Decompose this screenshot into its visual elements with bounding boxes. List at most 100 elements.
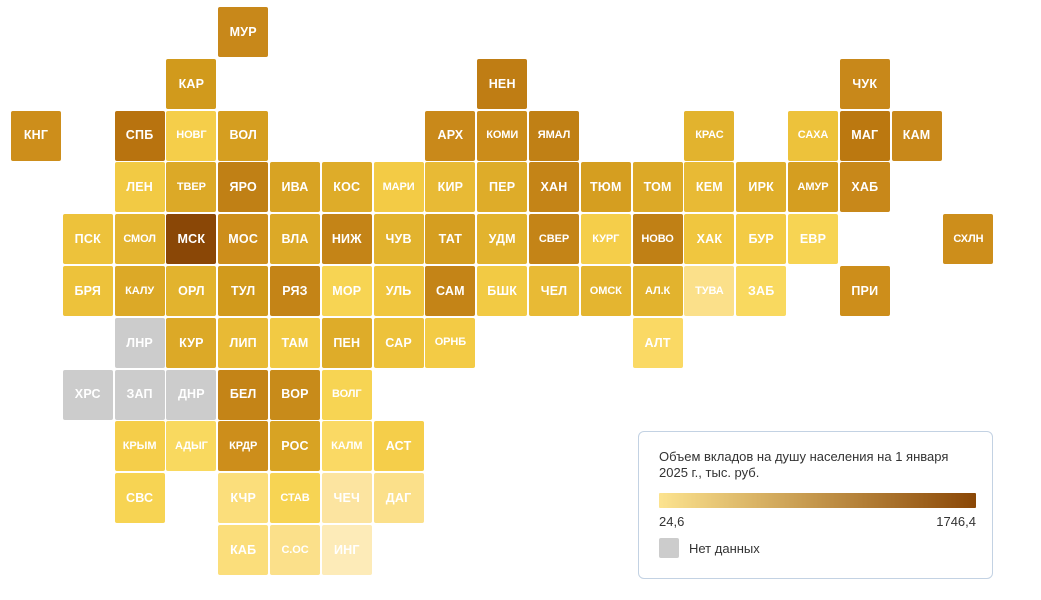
- map-tile-кир[interactable]: КИР: [425, 162, 476, 213]
- map-tile-лнр[interactable]: ЛНР: [114, 317, 165, 368]
- map-tile-алт[interactable]: АЛТ: [632, 317, 683, 368]
- map-tile-схлн[interactable]: СХЛН: [943, 214, 994, 265]
- map-tile-ямал[interactable]: ЯМАЛ: [529, 110, 579, 161]
- map-tile-чук[interactable]: ЧУК: [839, 58, 890, 109]
- map-tile-хрс[interactable]: ХРС: [62, 369, 113, 420]
- map-tile-вол[interactable]: ВОЛ: [218, 110, 269, 161]
- map-tile-вор[interactable]: ВОР: [270, 369, 320, 420]
- map-tile-свс[interactable]: СВС: [114, 473, 165, 524]
- map-tile-сам[interactable]: САМ: [425, 266, 476, 316]
- map-tile-удм[interactable]: УДМ: [477, 214, 528, 265]
- map-tile-став[interactable]: СТАВ: [270, 473, 320, 524]
- map-tile-крас[interactable]: КРАС: [684, 110, 735, 161]
- map-tile-арх[interactable]: АРХ: [425, 110, 476, 161]
- map-tile-чув[interactable]: ЧУВ: [373, 214, 424, 265]
- map-tile-инг[interactable]: ИНГ: [321, 525, 372, 575]
- map-tile-ал-к[interactable]: АЛ.К: [632, 266, 683, 316]
- map-tile-волг[interactable]: ВОЛГ: [321, 369, 372, 420]
- map-tile-хан[interactable]: ХАН: [529, 162, 579, 213]
- map-tile-амур[interactable]: АМУР: [788, 162, 838, 213]
- map-tile-уль[interactable]: УЛЬ: [373, 266, 424, 316]
- map-tile-ива[interactable]: ИВА: [270, 162, 320, 213]
- map-tile-свер[interactable]: СВЕР: [529, 214, 579, 265]
- map-tile-яро[interactable]: ЯРО: [218, 162, 269, 213]
- map-tile-коми[interactable]: КОМИ: [477, 110, 528, 161]
- map-tile-мск[interactable]: МСК: [166, 214, 217, 265]
- map-tile-нен[interactable]: НЕН: [477, 58, 528, 109]
- map-tile-орнб[interactable]: ОРНБ: [425, 317, 476, 368]
- map-tile-сар[interactable]: САР: [373, 317, 424, 368]
- map-tile-label: АДЫГ: [174, 439, 208, 452]
- map-tile-label: УЛЬ: [385, 283, 412, 298]
- map-tile-мор[interactable]: МОР: [321, 266, 372, 316]
- map-tile-label: УДМ: [488, 231, 516, 246]
- map-tile-рос[interactable]: РОС: [270, 421, 320, 472]
- map-tile-ниж[interactable]: НИЖ: [321, 214, 372, 265]
- map-tile-омск[interactable]: ОМСК: [580, 266, 631, 316]
- map-tile-вла[interactable]: ВЛА: [270, 214, 320, 265]
- map-tile-новг[interactable]: НОВГ: [166, 110, 217, 161]
- map-tile-бря[interactable]: БРЯ: [62, 266, 113, 316]
- map-tile-мос[interactable]: МОС: [218, 214, 269, 265]
- map-tile-хаб[interactable]: ХАБ: [839, 162, 890, 213]
- map-tile-бел[interactable]: БЕЛ: [218, 369, 269, 420]
- map-tile-калу[interactable]: КАЛУ: [114, 266, 165, 316]
- map-tile-кам[interactable]: КАМ: [891, 110, 942, 161]
- map-tile-маг[interactable]: МАГ: [839, 110, 890, 161]
- map-tile-зап[interactable]: ЗАП: [114, 369, 165, 420]
- map-tile-кос[interactable]: КОС: [321, 162, 372, 213]
- map-tile-мари[interactable]: МАРИ: [373, 162, 424, 213]
- map-tile-label: САР: [385, 335, 412, 350]
- map-tile-label: МАРИ: [382, 180, 415, 193]
- map-tile-кар[interactable]: КАР: [166, 58, 217, 109]
- map-tile-кург[interactable]: КУРГ: [580, 214, 631, 265]
- map-tile-ново[interactable]: НОВО: [632, 214, 683, 265]
- map-tile-каб[interactable]: КАБ: [218, 525, 269, 575]
- map-tile-там[interactable]: ТАМ: [270, 317, 320, 368]
- map-tile-чел[interactable]: ЧЕЛ: [529, 266, 579, 316]
- map-tile-label: СВС: [125, 490, 154, 505]
- map-tile-мур[interactable]: МУР: [218, 7, 269, 57]
- map-tile-саха[interactable]: САХА: [788, 110, 838, 161]
- map-tile-хак[interactable]: ХАК: [684, 214, 735, 265]
- map-tile-кчр[interactable]: КЧР: [218, 473, 269, 524]
- map-tile-спб[interactable]: СПБ: [114, 110, 165, 161]
- map-tile-орл[interactable]: ОРЛ: [166, 266, 217, 316]
- map-tile-кем[interactable]: КЕМ: [684, 162, 735, 213]
- map-tile-крым[interactable]: КРЫМ: [114, 421, 165, 472]
- map-tile-днр[interactable]: ДНР: [166, 369, 217, 420]
- map-tile-лен[interactable]: ЛЕН: [114, 162, 165, 213]
- map-tile-том[interactable]: ТОМ: [632, 162, 683, 213]
- map-tile-аст[interactable]: АСТ: [373, 421, 424, 472]
- map-tile-тат[interactable]: ТАТ: [425, 214, 476, 265]
- map-tile-label: АСТ: [385, 439, 412, 454]
- map-tile-тул[interactable]: ТУЛ: [218, 266, 269, 316]
- map-tile-смол[interactable]: СМОЛ: [114, 214, 165, 265]
- map-tile-label: БШК: [487, 283, 518, 298]
- map-tile-при[interactable]: ПРИ: [839, 266, 890, 316]
- map-tile-евр[interactable]: ЕВР: [788, 214, 838, 265]
- map-tile-ирк[interactable]: ИРК: [736, 162, 787, 213]
- map-tile-тюм[interactable]: ТЮМ: [580, 162, 631, 213]
- map-tile-тува[interactable]: ТУВА: [684, 266, 735, 316]
- map-tile-пер[interactable]: ПЕР: [477, 162, 528, 213]
- map-tile-твер[interactable]: ТВЕР: [166, 162, 217, 213]
- map-tile-заб[interactable]: ЗАБ: [736, 266, 787, 316]
- map-tile-адыг[interactable]: АДЫГ: [166, 421, 217, 472]
- map-tile-чеч[interactable]: ЧЕЧ: [321, 473, 372, 524]
- map-tile-крдр[interactable]: КРДР: [218, 421, 269, 472]
- map-tile-label: ТЮМ: [590, 180, 622, 195]
- map-tile-с-ос[interactable]: С.ОС: [270, 525, 320, 575]
- map-tile-бур[interactable]: БУР: [736, 214, 787, 265]
- map-tile-label: ВОЛ: [229, 128, 257, 143]
- map-tile-лип[interactable]: ЛИП: [218, 317, 269, 368]
- map-tile-кнг[interactable]: КНГ: [11, 110, 61, 161]
- map-tile-кур[interactable]: КУР: [166, 317, 217, 368]
- map-tile-даг[interactable]: ДАГ: [373, 473, 424, 524]
- map-tile-ряз[interactable]: РЯЗ: [270, 266, 320, 316]
- map-tile-пен[interactable]: ПЕН: [321, 317, 372, 368]
- map-tile-калм[interactable]: КАЛМ: [321, 421, 372, 472]
- map-tile-бшк[interactable]: БШК: [477, 266, 528, 316]
- map-tile-label: ИВА: [281, 180, 309, 195]
- map-tile-пск[interactable]: ПСК: [62, 214, 113, 265]
